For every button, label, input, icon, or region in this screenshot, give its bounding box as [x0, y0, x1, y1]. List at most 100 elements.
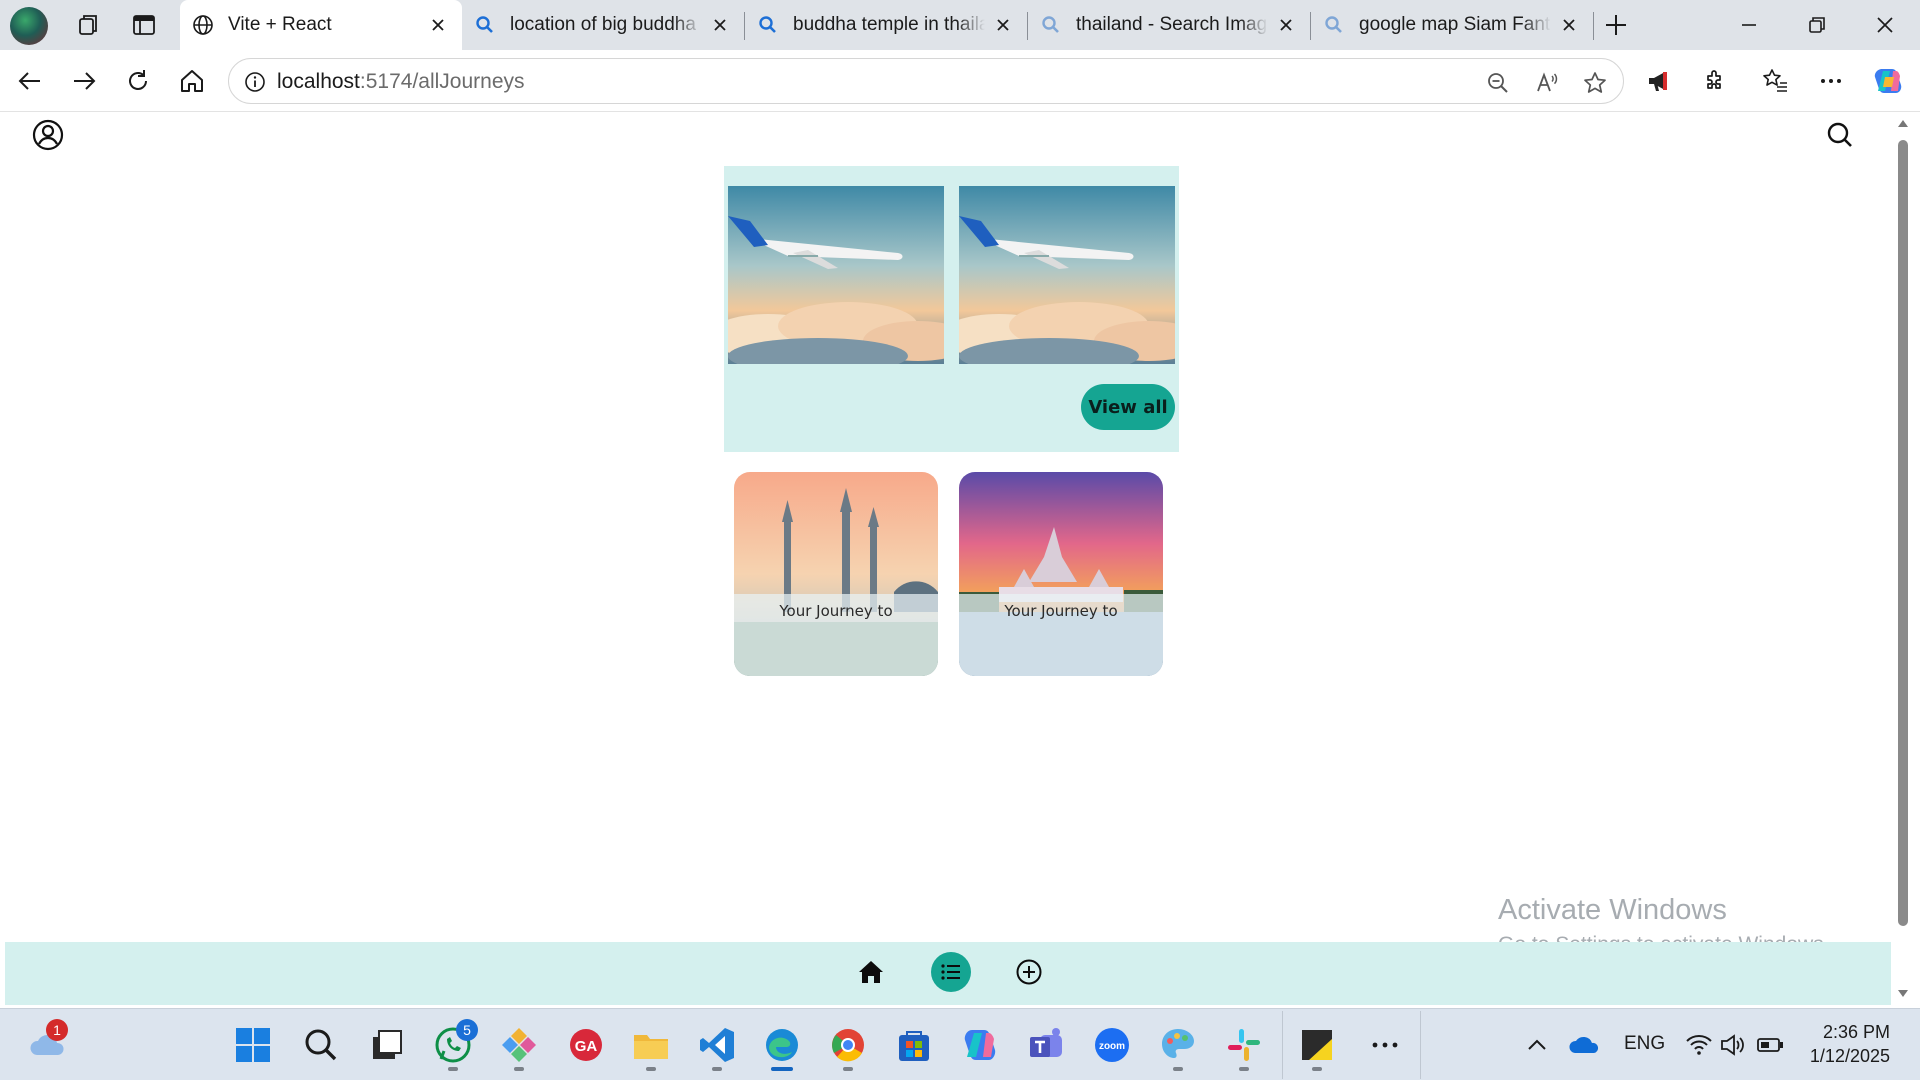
close-icon[interactable] [710, 15, 730, 35]
nav-add-button[interactable] [1009, 952, 1049, 992]
vscode-icon[interactable] [697, 1025, 737, 1065]
zoom-out-icon[interactable] [1485, 70, 1511, 96]
show-hidden-icons-chevron-icon[interactable] [1522, 1030, 1552, 1060]
tab-title: buddha temple in thaila [793, 14, 985, 35]
new-tab-icon[interactable] [1603, 12, 1629, 38]
airplane-over-clouds-photo [959, 186, 1175, 364]
zoom-label: zoom [1099, 1041, 1125, 1052]
close-icon[interactable] [993, 15, 1013, 35]
page-scrollbar[interactable] [1891, 112, 1915, 1005]
gallery-photo-airplane[interactable] [959, 186, 1175, 364]
slack-icon[interactable] [1224, 1025, 1264, 1065]
scroll-down-arrow-icon[interactable] [1896, 988, 1910, 1000]
search-icon [1042, 16, 1059, 33]
url-path: :5174/allJourneys [359, 70, 525, 93]
ga-app-icon[interactable]: GA [566, 1025, 606, 1065]
edge-browser-icon[interactable] [762, 1025, 802, 1065]
taskbar-overflow-icon[interactable] [1365, 1025, 1405, 1065]
volume-icon[interactable] [1718, 1030, 1748, 1060]
close-icon[interactable] [1276, 15, 1296, 35]
home-icon [859, 961, 883, 983]
close-icon[interactable] [428, 15, 448, 35]
chrome-icon[interactable] [828, 1025, 868, 1065]
tab-title: Vite + React [228, 14, 332, 35]
forward-icon[interactable] [70, 67, 98, 95]
language-indicator[interactable]: ENG [1624, 1033, 1665, 1055]
vertical-tabs-icon[interactable] [131, 12, 157, 38]
whatsapp-badge: 5 [456, 1019, 478, 1041]
onedrive-cloud-icon[interactable] [1568, 1028, 1602, 1062]
close-window-icon[interactable] [1872, 12, 1898, 38]
view-all-button[interactable]: View all [1081, 384, 1175, 430]
list-icon [941, 964, 960, 980]
tab-location-big-buddha[interactable]: location of big buddha t [462, 0, 744, 50]
tab-google-map-siam[interactable]: google map Siam Fanta [1311, 0, 1593, 50]
site-info-icon[interactable] [243, 70, 267, 94]
nav-home-button[interactable] [851, 952, 891, 992]
url-host: localhost [277, 70, 360, 93]
app-diamond-icon[interactable] [499, 1025, 539, 1065]
profile-avatar[interactable] [10, 7, 48, 45]
paint-palette-icon[interactable] [1158, 1025, 1198, 1065]
journey-card[interactable]: Your Journey to [959, 472, 1163, 676]
active-app-indicator [771, 1067, 793, 1071]
scroll-up-arrow-icon[interactable] [1896, 117, 1910, 129]
running-indicator [1239, 1067, 1249, 1071]
battery-icon[interactable] [1755, 1030, 1785, 1060]
tab-title: thailand - Search Image [1076, 14, 1268, 35]
restore-icon[interactable] [1804, 12, 1830, 38]
tab-buddha-temple[interactable]: buddha temple in thaila [745, 0, 1027, 50]
back-icon[interactable] [16, 67, 44, 95]
teams-icon[interactable] [1026, 1025, 1066, 1065]
more-menu-icon[interactable] [1817, 67, 1845, 95]
extensions-icon[interactable] [1701, 67, 1729, 95]
favorite-star-icon[interactable] [1582, 70, 1608, 96]
refresh-icon[interactable] [124, 67, 152, 95]
svg-text:GA: GA [575, 1038, 598, 1055]
taskbar-search-icon[interactable] [301, 1025, 341, 1065]
windows-start-icon[interactable] [233, 1025, 273, 1065]
running-indicator [646, 1067, 656, 1071]
watermark-title: Activate Windows [1498, 894, 1727, 926]
gallery-photo-airplane[interactable] [728, 186, 944, 364]
nav-list-button[interactable] [931, 952, 971, 992]
journey-card-label: Your Journey to [779, 602, 893, 620]
journey-card[interactable]: Your Journey to [734, 472, 938, 676]
file-explorer-icon[interactable] [631, 1025, 671, 1065]
clock-time: 2:36 PM [1822, 1022, 1890, 1042]
running-indicator [514, 1067, 524, 1071]
browser-toolbar: localhost:5174/allJourneys [0, 50, 1920, 112]
copilot-icon[interactable] [1872, 65, 1904, 97]
plus-circle-icon [1016, 959, 1042, 985]
system-clock[interactable]: 2:36 PM 1/12/2025 [1810, 1020, 1890, 1068]
sticky-notes-icon[interactable] [1297, 1025, 1337, 1065]
search-icon [759, 16, 776, 33]
running-indicator [448, 1067, 458, 1071]
home-icon[interactable] [178, 67, 206, 95]
copilot-app-icon[interactable] [960, 1025, 1000, 1065]
search-icon[interactable] [1823, 118, 1857, 152]
address-bar[interactable]: localhost:5174/allJourneys [228, 58, 1624, 104]
zoom-icon[interactable]: zoom [1092, 1025, 1132, 1065]
running-indicator [712, 1067, 722, 1071]
user-profile-icon[interactable] [31, 118, 65, 152]
running-indicator [843, 1067, 853, 1071]
tab-title: location of big buddha t [510, 14, 702, 35]
scrollbar-thumb[interactable] [1898, 140, 1908, 926]
close-icon[interactable] [1559, 15, 1579, 35]
page-viewport: View all Your Journey to Your Journey to… [5, 112, 1891, 1005]
minimize-icon[interactable] [1736, 12, 1762, 38]
tab-vite-react[interactable]: Vite + React [180, 0, 462, 50]
windows-taskbar: 1 5 GA zoom ENG 2:36 PM 1/12/2025 [0, 1008, 1920, 1080]
running-indicator [1312, 1067, 1322, 1071]
favorites-icon[interactable] [1761, 67, 1789, 95]
extension-megaphone-icon[interactable] [1645, 67, 1673, 95]
read-aloud-icon[interactable] [1534, 70, 1560, 96]
wifi-icon[interactable] [1684, 1030, 1714, 1060]
taskbar-divider [1420, 1011, 1421, 1079]
task-view-icon[interactable] [367, 1025, 407, 1065]
microsoft-store-icon[interactable] [894, 1025, 934, 1065]
url-text: localhost:5174/allJourneys [277, 70, 525, 94]
workspaces-icon[interactable] [76, 12, 102, 38]
tab-thailand-search-images[interactable]: thailand - Search Image [1028, 0, 1310, 50]
